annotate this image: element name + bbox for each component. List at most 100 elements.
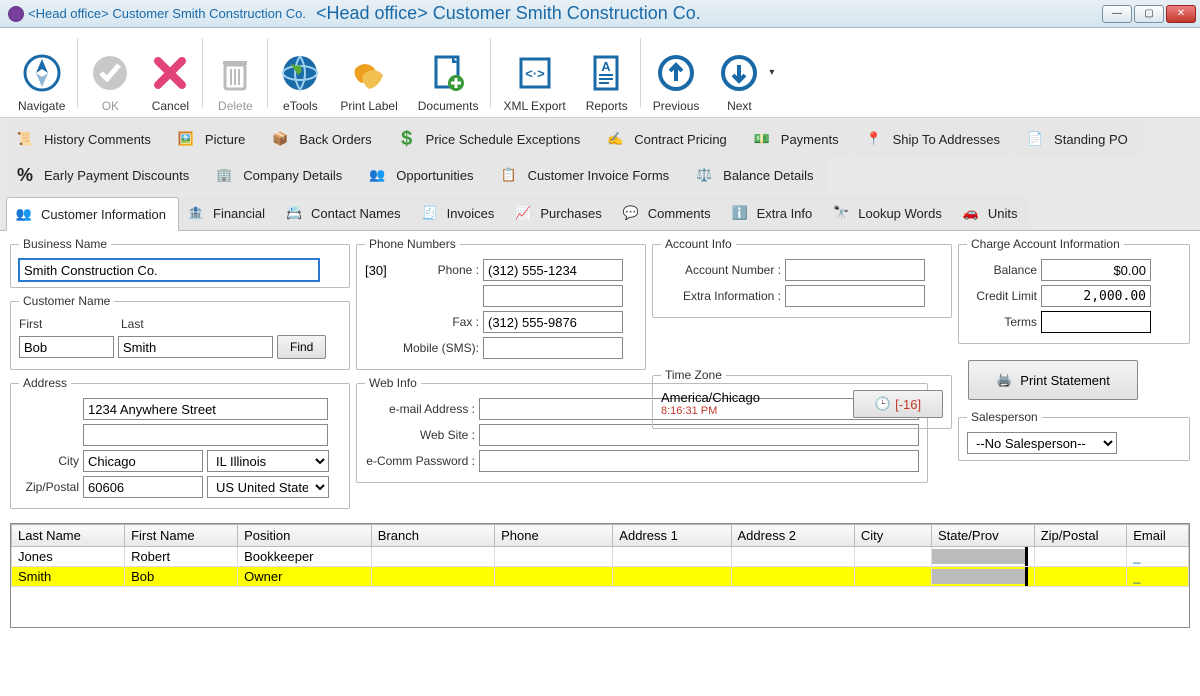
company-details-button[interactable]: 🏢Company Details — [205, 158, 356, 192]
column-header[interactable]: Address 1 — [613, 525, 731, 547]
ship-to-button[interactable]: 📍Ship To Addresses — [855, 122, 1014, 156]
xml-export-button[interactable]: <·> XML Export — [493, 33, 575, 113]
find-button[interactable]: Find — [277, 335, 326, 359]
address1-input[interactable] — [83, 398, 328, 420]
column-header[interactable]: Position — [238, 525, 372, 547]
print-label-button[interactable]: Print Label — [330, 33, 407, 113]
table-cell[interactable] — [731, 547, 854, 567]
cancel-button[interactable]: Cancel — [140, 33, 200, 113]
table-cell[interactable] — [931, 547, 1034, 567]
mobile-input[interactable] — [483, 337, 623, 359]
business-name-input[interactable] — [19, 259, 319, 281]
table-cell[interactable] — [613, 567, 731, 587]
payments-button[interactable]: 💵Payments — [743, 122, 853, 156]
state-select[interactable]: IL Illinois — [207, 450, 329, 472]
tab-contact-names[interactable]: 📇Contact Names — [277, 196, 413, 230]
column-header[interactable]: Email — [1127, 525, 1189, 547]
tab-units[interactable]: 🚗Units — [954, 196, 1030, 230]
table-cell[interactable]: Robert — [125, 547, 238, 567]
navigate-button[interactable]: Navigate — [8, 33, 75, 113]
table-cell[interactable] — [613, 547, 731, 567]
table-cell[interactable]: Smith — [12, 567, 125, 587]
table-cell[interactable] — [854, 547, 931, 567]
history-comments-button[interactable]: 📜History Comments — [6, 122, 165, 156]
acct-num-input[interactable] — [785, 259, 925, 281]
credit-input[interactable] — [1041, 285, 1151, 307]
table-cell[interactable]: _ — [1127, 547, 1189, 567]
country-select[interactable]: US United States — [207, 476, 329, 498]
table-cell[interactable]: Jones — [12, 547, 125, 567]
dropdown-caret-icon[interactable]: ▾ — [769, 67, 774, 78]
column-header[interactable]: Zip/Postal — [1034, 525, 1127, 547]
tab-invoices[interactable]: 🧾Invoices — [413, 196, 507, 230]
sep — [490, 38, 491, 108]
standing-po-button[interactable]: 📄Standing PO — [1016, 122, 1142, 156]
maximize-button[interactable]: ▢ — [1134, 5, 1164, 23]
extra-info-input[interactable] — [785, 285, 925, 307]
tab-comments[interactable]: 💬Comments — [614, 196, 723, 230]
tab-customer-info[interactable]: 👥Customer Information — [6, 197, 179, 231]
print-statement-button[interactable]: 🖨️ Print Statement — [968, 360, 1138, 400]
delete-button[interactable]: Delete — [205, 33, 265, 113]
invoice-forms-button[interactable]: 📋Customer Invoice Forms — [490, 158, 684, 192]
documents-button[interactable]: Documents — [408, 33, 489, 113]
balance-input[interactable] — [1041, 259, 1151, 281]
tab-financial[interactable]: 🏦Financial — [179, 196, 277, 230]
ok-button[interactable]: OK — [80, 33, 140, 113]
table-cell[interactable] — [854, 567, 931, 587]
phone2-input[interactable] — [483, 285, 623, 307]
next-button[interactable]: Next — [709, 33, 769, 113]
tz-offset-button[interactable]: 🕒 [-16] — [853, 390, 943, 418]
terms-input[interactable] — [1041, 311, 1151, 333]
last-name-input[interactable] — [118, 336, 273, 358]
table-row[interactable]: JonesRobertBookkeeper _ — [12, 547, 1189, 567]
table-cell[interactable] — [371, 567, 494, 587]
contacts-grid[interactable]: Last NameFirst NamePositionBranchPhoneAd… — [10, 523, 1190, 628]
opportunities-button[interactable]: 👥Opportunities — [358, 158, 487, 192]
table-cell[interactable] — [1034, 567, 1127, 587]
first-name-input[interactable] — [19, 336, 114, 358]
tab-extra-info[interactable]: ℹ️Extra Info — [723, 196, 825, 230]
table-row[interactable]: SmithBobOwner _ — [12, 567, 1189, 587]
price-schedule-button[interactable]: $Price Schedule Exceptions — [388, 122, 595, 156]
table-cell[interactable] — [495, 547, 613, 567]
city-input[interactable] — [83, 450, 203, 472]
early-payment-button[interactable]: %Early Payment Discounts — [6, 158, 203, 192]
back-orders-button[interactable]: 📦Back Orders — [261, 122, 385, 156]
column-header[interactable]: Branch — [371, 525, 494, 547]
minimize-button[interactable]: — — [1102, 5, 1132, 23]
table-cell[interactable] — [495, 567, 613, 587]
tab-lookup-words[interactable]: 🔭Lookup Words — [824, 196, 954, 230]
table-cell[interactable] — [371, 547, 494, 567]
window-title-small: <Head office> Customer Smith Constructio… — [28, 6, 306, 21]
fax-input[interactable] — [483, 311, 623, 333]
label: Back Orders — [299, 132, 371, 147]
table-cell[interactable] — [1034, 547, 1127, 567]
zip-input[interactable] — [83, 476, 203, 498]
column-header[interactable]: First Name — [125, 525, 238, 547]
column-header[interactable]: City — [854, 525, 931, 547]
column-header[interactable]: Address 2 — [731, 525, 854, 547]
table-cell[interactable] — [731, 567, 854, 587]
table-cell[interactable] — [931, 567, 1034, 587]
column-header[interactable]: Phone — [495, 525, 613, 547]
contract-pricing-button[interactable]: ✍️Contract Pricing — [596, 122, 740, 156]
balance-details-button[interactable]: ⚖️Balance Details — [685, 158, 827, 192]
previous-button[interactable]: Previous — [643, 33, 710, 113]
label: Invoices — [447, 206, 495, 221]
close-button[interactable]: ✕ — [1166, 5, 1196, 23]
etools-button[interactable]: eTools — [270, 33, 330, 113]
reports-button[interactable]: A Reports — [576, 33, 638, 113]
table-cell[interactable]: Bob — [125, 567, 238, 587]
table-cell[interactable]: Owner — [238, 567, 372, 587]
tab-purchases[interactable]: 📈Purchases — [506, 196, 613, 230]
phone-input[interactable] — [483, 259, 623, 281]
table-cell[interactable]: _ — [1127, 567, 1189, 587]
picture-button[interactable]: 🖼️Picture — [167, 122, 259, 156]
table-cell[interactable]: Bookkeeper — [238, 547, 372, 567]
address2-input[interactable] — [83, 424, 328, 446]
column-header[interactable]: Last Name — [12, 525, 125, 547]
column-header[interactable]: State/Prov — [931, 525, 1034, 547]
label: Purchases — [540, 206, 601, 221]
salesperson-select[interactable]: --No Salesperson-- — [967, 432, 1117, 454]
